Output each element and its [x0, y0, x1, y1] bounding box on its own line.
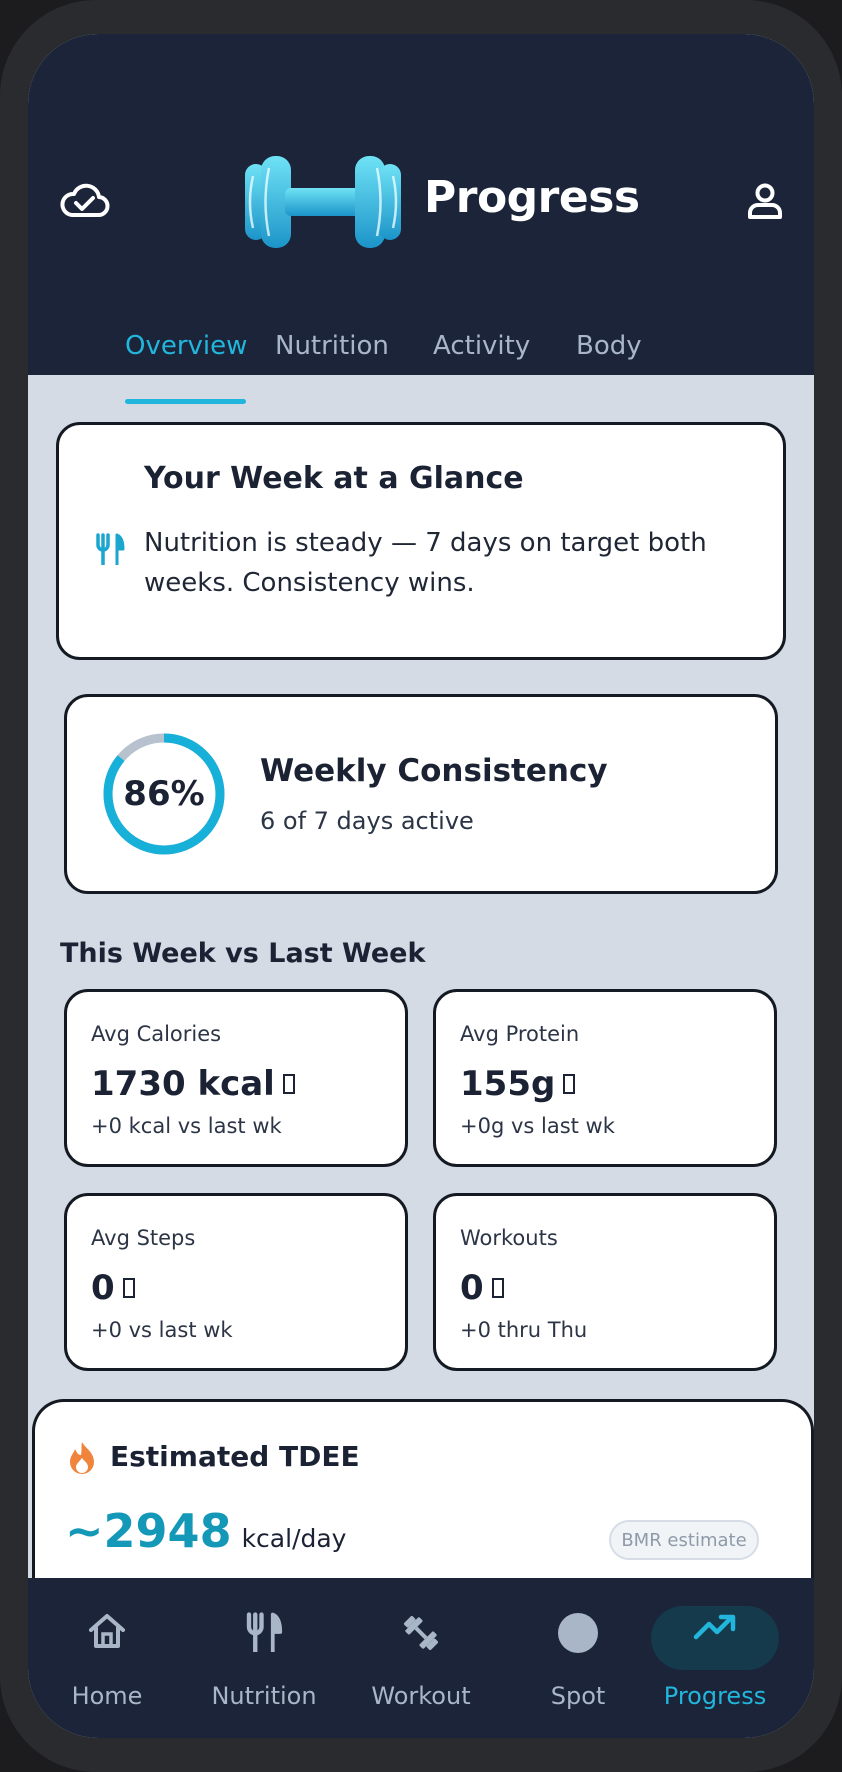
- nav-label: Progress: [663, 1682, 767, 1710]
- weekly-consistency-card: 86% Weekly Consistency 6 of 7 days activ…: [64, 694, 778, 894]
- app-screen: Progress Overview Nutrition Activity Bod…: [28, 34, 814, 1738]
- nav-progress[interactable]: Progress: [645, 1578, 785, 1718]
- stat-delta: +0 kcal vs last wk: [91, 1114, 282, 1138]
- stat-value: 0: [91, 1268, 115, 1308]
- utensils-icon: [246, 1612, 283, 1652]
- tdee-unit: kcal/day: [241, 1524, 347, 1553]
- stat-value: 155g: [460, 1064, 556, 1104]
- bottom-nav: Home Nutrition Workout Spot Progress: [28, 1578, 814, 1738]
- utensils-icon: [96, 533, 125, 565]
- consistency-title: Weekly Consistency: [260, 753, 608, 789]
- bmr-estimate-badge: BMR estimate: [609, 1520, 759, 1560]
- tdee-value: ~2948: [65, 1504, 232, 1558]
- consistency-percent: 86%: [123, 774, 205, 814]
- trend-glyph-icon: [282, 1074, 295, 1094]
- page-title: Progress: [424, 172, 640, 223]
- dumbbell-icon: [403, 1615, 439, 1651]
- top-header: Progress Overview Nutrition Activity Bod…: [28, 34, 814, 375]
- glance-summary: Nutrition is steady — 7 days on target b…: [144, 528, 707, 598]
- stat-card-avg-protein[interactable]: Avg Protein 155g +0g vs last wk: [433, 989, 777, 1167]
- tdee-title: Estimated TDEE: [110, 1440, 360, 1473]
- stat-value: 1730 kcal: [91, 1064, 275, 1104]
- stat-label: Workouts: [460, 1226, 558, 1250]
- stat-label: Avg Calories: [91, 1022, 222, 1046]
- nav-spot[interactable]: Spot: [508, 1578, 648, 1718]
- tab-bar: Overview Nutrition Activity Body: [28, 304, 814, 375]
- nav-label: Workout: [371, 1682, 471, 1710]
- circle-icon: [558, 1613, 598, 1653]
- nav-label: Spot: [550, 1682, 606, 1710]
- trending-up-icon: [693, 1614, 736, 1640]
- stat-delta: +0 vs last wk: [91, 1318, 233, 1342]
- tab-body[interactable]: Body: [576, 331, 642, 361]
- nav-home[interactable]: Home: [37, 1578, 177, 1718]
- trend-glyph-icon: [491, 1278, 504, 1298]
- phone-frame: Progress Overview Nutrition Activity Bod…: [0, 0, 842, 1772]
- trend-glyph-icon: [563, 1074, 576, 1094]
- profile-icon[interactable]: [746, 182, 784, 220]
- week-glance-card: Your Week at a Glance Nutrition is stead…: [56, 422, 786, 660]
- stat-card-avg-calories[interactable]: Avg Calories 1730 kcal +0 kcal vs last w…: [64, 989, 408, 1167]
- consistency-subtitle: 6 of 7 days active: [260, 807, 474, 835]
- glance-title: Your Week at a Glance: [144, 461, 524, 496]
- comparison-title: This Week vs Last Week: [60, 938, 426, 969]
- flame-icon: [70, 1442, 94, 1474]
- tab-nutrition[interactable]: Nutrition: [275, 331, 389, 361]
- stat-delta: +0g vs last wk: [460, 1114, 615, 1138]
- active-tab-indicator: [125, 399, 246, 404]
- home-icon: [89, 1614, 125, 1648]
- stat-delta: +0 thru Thu: [460, 1318, 588, 1342]
- stat-label: Avg Steps: [91, 1226, 196, 1250]
- stat-card-workouts[interactable]: Workouts 0 +0 thru Thu: [433, 1193, 777, 1371]
- cloud-sync-icon[interactable]: [58, 181, 110, 221]
- stat-label: Avg Protein: [460, 1022, 580, 1046]
- tab-activity[interactable]: Activity: [433, 331, 530, 361]
- tab-overview[interactable]: Overview: [125, 331, 247, 361]
- nav-nutrition[interactable]: Nutrition: [194, 1578, 334, 1718]
- stat-card-avg-steps[interactable]: Avg Steps 0 +0 vs last wk: [64, 1193, 408, 1371]
- stat-value: 0: [460, 1268, 484, 1308]
- dumbbell-logo-icon: [245, 156, 401, 248]
- trend-glyph-icon: [122, 1278, 135, 1298]
- nav-label: Nutrition: [211, 1682, 317, 1710]
- nav-label: Home: [71, 1682, 143, 1710]
- nav-workout[interactable]: Workout: [351, 1578, 491, 1718]
